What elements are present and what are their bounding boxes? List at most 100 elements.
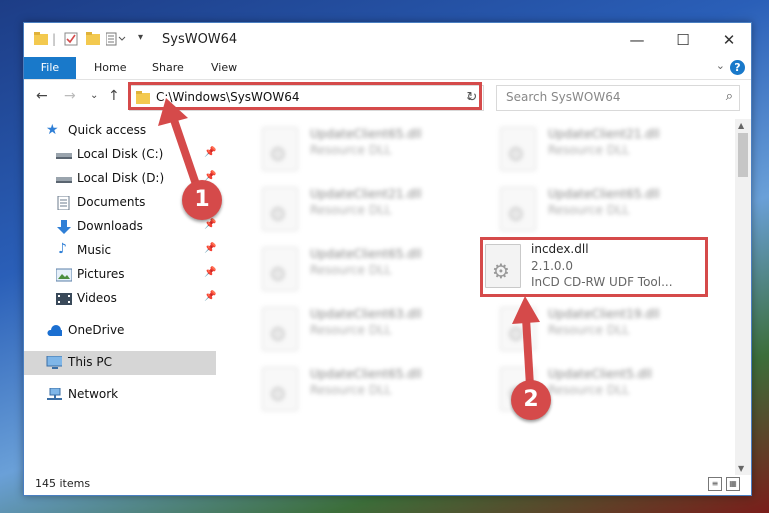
scroll-down-icon[interactable]: ▼ (738, 464, 744, 473)
sidebar-item-local-disk-c[interactable]: Local Disk (C:) 📌 (24, 143, 216, 167)
file-name: UpdateClient65.dll (310, 367, 422, 381)
folder-icon (34, 32, 48, 45)
sidebar-item-this-pc[interactable]: This PC (24, 351, 216, 375)
file-type: Resource DLL (310, 323, 392, 337)
dll-file-icon: ⚙ (500, 307, 536, 351)
sidebar-item-network[interactable]: Network (24, 383, 216, 407)
sidebar-item-downloads[interactable]: Downloads 📌 (24, 215, 216, 239)
item-count: 145 items (35, 477, 91, 490)
help-icon[interactable]: ? (730, 60, 745, 75)
separator: | (52, 32, 57, 46)
file-name: UpdateClient63.dll (310, 307, 422, 321)
cloud-icon (47, 325, 62, 336)
file-type: Resource DLL (548, 383, 630, 397)
sidebar-item-label: Pictures (77, 267, 125, 281)
sidebar-item-quick-access[interactable]: ★ Quick access (24, 119, 216, 143)
pictures-icon (56, 268, 72, 282)
pin-icon[interactable]: 📌 (204, 147, 216, 158)
dll-file-icon: ⚙ (262, 247, 298, 291)
sidebar-item-label: Local Disk (C:) (77, 147, 164, 161)
dll-file-icon: ⚙ (262, 367, 298, 411)
up-arrow-icon[interactable]: ↑ (108, 88, 120, 104)
file-name: UpdateClient21.dll (310, 187, 422, 201)
sidebar-item-label: This PC (68, 355, 112, 369)
file-name: incdex.dll (531, 242, 589, 256)
pin-icon[interactable]: 📌 (204, 219, 216, 230)
forward-arrow-icon[interactable]: → (64, 88, 76, 104)
file-name: UpdateClient19.dll (548, 307, 660, 321)
file-type: Resource DLL (548, 143, 630, 157)
tab-share[interactable]: Share (152, 57, 184, 79)
file-item[interactable]: ⚙ UpdateClient63.dll Resource DLL (244, 301, 474, 359)
file-item[interactable]: ⚙ UpdateClient65.dll Resource DLL (244, 241, 474, 299)
dll-file-icon: ⚙ (262, 307, 298, 351)
file-name: UpdateClient65.dll (548, 187, 660, 201)
sidebar-item-pictures[interactable]: Pictures 📌 (24, 263, 216, 287)
file-name: UpdateClient65.dll (310, 127, 422, 141)
dll-file-icon: ⚙ (262, 187, 298, 231)
sidebar-item-label: Local Disk (D:) (77, 171, 165, 185)
file-item[interactable]: ⚙ UpdateClient65.dll Resource DLL (244, 121, 474, 179)
file-item[interactable]: ⚙ UpdateClient21.dll Resource DLL (482, 121, 712, 179)
drive-icon (56, 177, 72, 183)
sidebar-item-label: Music (77, 243, 112, 257)
scrollbar-thumb[interactable] (738, 133, 748, 177)
sidebar-item-label: Documents (77, 195, 146, 209)
dll-file-icon: ⚙ (262, 127, 298, 171)
file-item[interactable]: ⚙ UpdateClient65.dll Resource DLL (482, 181, 712, 239)
dll-file-icon: ⚙ (485, 244, 521, 288)
title-bar: | ▾ SysWOW64 — ☐ ✕ (24, 23, 751, 57)
file-item-incdex[interactable]: ⚙ incdex.dll 2.1.0.0 InCD CD-RW UDF Tool… (480, 237, 708, 297)
scroll-up-icon[interactable]: ▲ (738, 121, 744, 130)
recent-locations-chevron-icon[interactable]: ⌄ (90, 90, 98, 101)
large-icons-view-icon[interactable]: ▦ (726, 477, 740, 491)
pin-icon[interactable]: 📌 (204, 291, 216, 302)
sidebar-item-music[interactable]: ♪ Music 📌 (24, 239, 216, 263)
download-icon (57, 220, 71, 234)
tab-home[interactable]: Home (94, 57, 126, 79)
file-item[interactable]: ⚙ UpdateClient65.dll Resource DLL (244, 361, 474, 419)
search-box[interactable]: Search SysWOW64 ⌕ (496, 85, 740, 111)
status-bar: 145 items ≡ ▦ (24, 473, 751, 495)
tab-view[interactable]: View (211, 57, 237, 79)
vertical-scrollbar[interactable]: ▲ ▼ (735, 119, 751, 475)
network-icon (47, 388, 62, 400)
window-title: SysWOW64 (162, 32, 238, 47)
star-icon: ★ (46, 122, 59, 138)
properties-icon[interactable] (64, 32, 78, 46)
file-type: Resource DLL (310, 383, 392, 397)
step-1-badge: 1 (182, 180, 222, 220)
file-item[interactable]: ⚙ UpdateClient21.dll Resource DLL (244, 181, 474, 239)
file-type: Resource DLL (310, 143, 392, 157)
file-name: UpdateClient65.dll (310, 247, 422, 261)
maximize-button[interactable]: ☐ (660, 23, 706, 57)
address-bar-highlight (128, 82, 482, 110)
sidebar-item-label: Downloads (77, 219, 143, 233)
file-name: UpdateClient5.dll (548, 367, 652, 381)
sidebar-item-label: Quick access (68, 123, 147, 137)
close-button[interactable]: ✕ (706, 23, 751, 57)
search-input[interactable]: Search SysWOW64 (506, 90, 620, 104)
ribbon-tabs: File Home Share View ⌄ ? (24, 57, 751, 80)
new-folder-icon[interactable] (86, 32, 100, 46)
view-options-icon[interactable] (106, 32, 126, 46)
sidebar-item-label: Network (68, 387, 119, 401)
file-type: Resource DLL (310, 263, 392, 277)
pin-icon[interactable]: 📌 (204, 243, 216, 254)
sidebar-item-onedrive[interactable]: OneDrive (24, 319, 216, 343)
pin-icon[interactable]: 📌 (204, 267, 216, 278)
navigation-pane: ★ Quick access Local Disk (C:) 📌 Local D… (24, 119, 216, 479)
minimize-button[interactable]: — (614, 23, 660, 57)
customize-toolbar-icon[interactable]: ▾ (138, 32, 143, 43)
file-item[interactable]: ⚙ UpdateClient19.dll Resource DLL (482, 301, 712, 359)
music-icon: ♪ (58, 241, 67, 257)
sidebar-item-videos[interactable]: Videos 📌 (24, 287, 216, 311)
details-view-icon[interactable]: ≡ (708, 477, 722, 491)
back-arrow-icon[interactable]: ← (36, 88, 48, 104)
tab-file[interactable]: File (24, 57, 76, 79)
dll-file-icon: ⚙ (500, 127, 536, 171)
sidebar-item-label: Videos (77, 291, 117, 305)
expand-ribbon-icon[interactable]: ⌄ (716, 59, 725, 72)
file-description: InCD CD-RW UDF Tool... (531, 275, 673, 289)
drive-icon (56, 153, 72, 159)
